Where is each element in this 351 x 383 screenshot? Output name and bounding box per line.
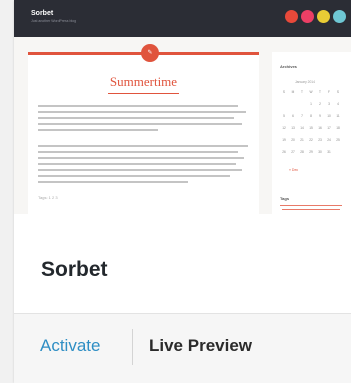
body-text-line	[38, 151, 238, 153]
post-title-rule	[108, 93, 179, 94]
tag-cloud-line	[282, 209, 340, 210]
preview-site-tagline: Just another WordPress blog	[31, 19, 77, 23]
calendar-weekday: T	[319, 90, 321, 94]
calendar-weekday: M	[291, 90, 295, 94]
calendar-prev-link: « Dec	[289, 168, 299, 172]
calendar-day: 5	[283, 114, 285, 118]
calendar-day: 21	[300, 138, 304, 142]
teal-dot-icon	[333, 10, 346, 23]
body-text-line	[38, 145, 248, 147]
calendar-day: 6	[292, 114, 294, 118]
preview-header: Sorbet Just another WordPress blog	[14, 0, 351, 37]
body-text-line	[38, 181, 188, 183]
calendar-day: 23	[318, 138, 322, 142]
live-preview-button[interactable]: Live Preview	[149, 336, 252, 356]
body-text-line	[38, 111, 246, 113]
calendar-weekday: S	[336, 90, 340, 94]
body-text-line	[38, 105, 238, 107]
calendar-weekday: W	[309, 90, 313, 94]
calendar-day: 29	[309, 150, 313, 154]
calendar-day: 25	[336, 138, 340, 142]
calendar-day: 2	[319, 102, 321, 106]
calendar-day: 27	[291, 150, 295, 154]
tags-heading: Tags	[280, 196, 290, 201]
calendar-caption: January 2014	[295, 80, 315, 84]
body-text-line	[38, 157, 244, 159]
calendar-day: 26	[282, 150, 286, 154]
calendar-day: 31	[327, 150, 331, 154]
calendar-day: 1	[310, 102, 312, 106]
theme-name: Sorbet	[41, 258, 108, 281]
calendar-day: 18	[336, 126, 340, 130]
pink-dot-icon	[301, 10, 314, 23]
theme-actions: Activate Live Preview	[14, 313, 351, 383]
preview-sidebar: Archives January 2014 S M T W T F S 1 2 3 4 5 6 7 8 9 10…	[272, 52, 351, 214]
yellow-dot-icon	[317, 10, 330, 23]
calendar-day: 16	[318, 126, 322, 130]
body-text-line	[38, 169, 242, 171]
calendar-day: 14	[300, 126, 304, 130]
calendar-day: 11	[336, 114, 340, 118]
calendar-day: 10	[327, 114, 331, 118]
theme-screenshot[interactable]: Sorbet Just another WordPress blog ✎ Sum…	[14, 0, 351, 214]
calendar-day: 22	[309, 138, 313, 142]
calendar-day: 30	[318, 150, 322, 154]
calendar-day: 28	[300, 150, 304, 154]
activate-button[interactable]: Activate	[40, 336, 100, 356]
body-text-line	[38, 175, 230, 177]
calendar-day: 4	[337, 102, 339, 106]
calendar-weekday: T	[301, 90, 303, 94]
calendar-day: 15	[309, 126, 313, 130]
tag-cloud-line	[280, 205, 342, 206]
calendar-day: 20	[291, 138, 295, 142]
calendar-day: 3	[328, 102, 330, 106]
calendar-weekday: S	[282, 90, 286, 94]
body-text-line	[38, 117, 234, 119]
post-format-icon: ✎	[141, 44, 159, 62]
preview-site-title: Sorbet	[31, 10, 54, 17]
calendar-day: 24	[327, 138, 331, 142]
preview-post-title: Summertime	[109, 74, 178, 89]
calendar-day: 13	[291, 126, 295, 130]
calendar-day: 17	[327, 126, 331, 130]
theme-card[interactable]: Sorbet Just another WordPress blog ✎ Sum…	[14, 0, 351, 383]
post-meta: Tags: 1 2 3	[38, 195, 58, 200]
calendar-day: 19	[282, 138, 286, 142]
calendar-weekday: F	[328, 90, 330, 94]
red-dot-icon	[285, 10, 298, 23]
preview-post: ✎ Summertime Tags: 1 2 3	[28, 44, 259, 214]
body-text-line	[38, 163, 236, 165]
calendar-day: 8	[310, 114, 312, 118]
archives-heading: Archives	[280, 64, 297, 69]
calendar-day: 7	[301, 114, 303, 118]
body-text-line	[38, 129, 158, 131]
calendar-day: 12	[282, 126, 286, 130]
calendar-day: 9	[319, 114, 321, 118]
action-divider	[132, 329, 133, 365]
body-text-line	[38, 123, 242, 125]
